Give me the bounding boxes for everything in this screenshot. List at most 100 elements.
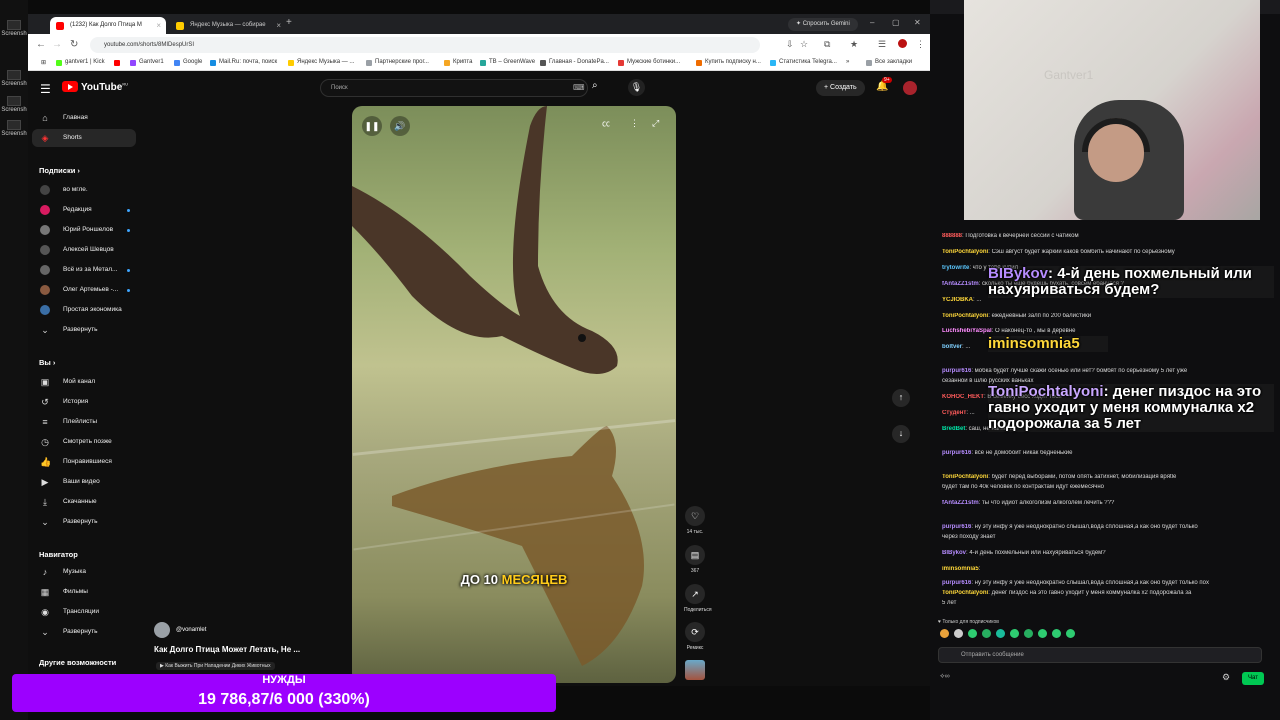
profile-avatar[interactable]: [898, 39, 907, 48]
bookmarks-icon[interactable]: ★: [850, 39, 858, 50]
more-options-icon[interactable]: ⋮: [630, 118, 639, 129]
close-tab-icon[interactable]: ×: [276, 21, 281, 30]
ask-gemini-button[interactable]: ✦ Спросить Gemini: [788, 18, 858, 31]
subscription-item[interactable]: Всё из за Метал...: [32, 261, 136, 279]
install-icon[interactable]: ⇩: [786, 39, 794, 50]
url-field[interactable]: youtube.com/shorts/8MIDespUrSI: [90, 37, 760, 53]
chat-message-input[interactable]: Отправить сообщение: [938, 647, 1262, 663]
remix-button[interactable]: ⟳ Ремикс: [684, 622, 706, 651]
minimize-icon[interactable]: –: [870, 18, 874, 27]
keyboard-icon[interactable]: ⌨: [573, 83, 585, 92]
previous-short-icon[interactable]: ↑: [892, 389, 910, 407]
bookmark-star-icon[interactable]: ☆: [800, 39, 808, 50]
bookmark-item[interactable]: Купить подписку н...: [696, 59, 761, 66]
microphone-icon[interactable]: 🎙: [628, 79, 645, 96]
search-input[interactable]: Поиск: [320, 79, 588, 97]
bookmark-item[interactable]: TB – GreenWave: [480, 59, 535, 66]
subscription-item[interactable]: Редакция: [32, 201, 136, 219]
sidebar-item-your-videos[interactable]: ▶ Ваши видео: [32, 473, 136, 491]
sidebar-item-downloads[interactable]: ⤓ Скачанные: [32, 493, 136, 511]
fullscreen-icon[interactable]: ⤢: [652, 118, 659, 129]
bookmark-item[interactable]: Мужские ботинки...: [618, 59, 680, 66]
expand-navigator[interactable]: ⌄ Развернуть: [32, 623, 136, 641]
emote-icon[interactable]: [996, 629, 1005, 638]
new-tab-button[interactable]: +: [286, 17, 292, 28]
hamburger-menu-icon[interactable]: ☰: [40, 82, 51, 96]
subscription-item[interactable]: Простая экономика: [32, 301, 136, 319]
emote-icon[interactable]: [1052, 629, 1061, 638]
captions-icon[interactable]: ㏄: [602, 118, 610, 129]
sidebar-item-music[interactable]: ♪ Музыка: [32, 563, 136, 581]
sidebar-item-watch-later[interactable]: ◷ Смотреть позже: [32, 433, 136, 451]
chat-settings-gear-icon[interactable]: ⚙: [1222, 672, 1230, 683]
pause-icon[interactable]: ❚❚: [362, 116, 382, 136]
sidebar-item-films[interactable]: ▦ Фильмы: [32, 583, 136, 601]
bookmark-item[interactable]: Партнерские прог...: [366, 59, 429, 66]
extension-icon[interactable]: ⧉: [824, 39, 830, 50]
channel-points-icon[interactable]: ⟡∞: [940, 673, 950, 681]
emote-icon[interactable]: [1010, 629, 1019, 638]
share-button[interactable]: ↗ Поделиться: [684, 584, 712, 613]
subscription-item[interactable]: Алексей Шевцов: [32, 241, 136, 259]
volume-icon[interactable]: 🔊: [390, 116, 410, 136]
bookmark-item[interactable]: Главная - DonatePa...: [540, 59, 609, 66]
subscription-item[interactable]: во мгле.: [32, 181, 136, 199]
sidebar-item-my-channel[interactable]: ▣ Мой канал: [32, 373, 136, 391]
emote-icon[interactable]: [1038, 629, 1047, 638]
emote-icon[interactable]: [1024, 629, 1033, 638]
menu-dots-icon[interactable]: ⋮: [916, 39, 925, 50]
tab-youtube[interactable]: (1232) Как Долго Птица М ×: [50, 17, 166, 34]
emote-icon[interactable]: [968, 629, 977, 638]
subscription-item[interactable]: Олег Артемьев -...: [32, 281, 136, 299]
expand-you[interactable]: ⌄ Развернуть: [32, 513, 136, 531]
you-heading[interactable]: Вы ›: [39, 358, 55, 367]
shorts-video-player[interactable]: ❚❚ 🔊 ㏄ ⋮ ⤢ ДО 10 МЕСЯЦЕВ: [352, 106, 676, 683]
sound-thumbnail[interactable]: [684, 660, 706, 680]
bookmark-item[interactable]: Статистика Telegra...: [770, 59, 837, 66]
sidebar-item-home[interactable]: ⌂ Главная: [32, 109, 136, 127]
emote-icon[interactable]: [1066, 629, 1075, 638]
next-short-icon[interactable]: ↓: [892, 425, 910, 443]
subscriptions-heading[interactable]: Подписки ›: [39, 166, 80, 175]
sidepanel-icon[interactable]: ☰: [878, 39, 886, 50]
subscription-item[interactable]: Юрий Роншелов: [32, 221, 136, 239]
expand-subscriptions[interactable]: ⌄ Развернуть: [32, 321, 136, 339]
desktop-shortcut[interactable]: Screensh: [0, 120, 28, 137]
like-button[interactable]: ♡ 14 тыс.: [684, 506, 706, 535]
create-button[interactable]: + Создать: [816, 80, 865, 96]
related-video-chip[interactable]: ▶ Как Выжить При Нападении Диких Животны…: [156, 662, 275, 670]
bookmarks-more[interactable]: »: [846, 59, 849, 65]
sidebar-item-live[interactable]: ◉ Трансляции: [32, 603, 136, 621]
apps-icon[interactable]: ⊞: [32, 59, 46, 66]
chat-send-button[interactable]: Чат: [1242, 672, 1264, 685]
all-bookmarks[interactable]: Все закладки: [866, 59, 912, 66]
sidebar-item-shorts[interactable]: ◈ Shorts: [32, 129, 136, 147]
bookmark-item[interactable]: Gantver1: [130, 59, 164, 66]
maximize-icon[interactable]: ▢: [892, 18, 900, 27]
sidebar-item-liked[interactable]: 👍 Понравившиеся: [32, 453, 136, 471]
account-avatar[interactable]: [903, 81, 917, 95]
comments-button[interactable]: ▤ 367: [684, 545, 706, 574]
sidebar-item-history[interactable]: ↺ История: [32, 393, 136, 411]
channel-avatar[interactable]: [154, 622, 170, 638]
video-title[interactable]: Как Долго Птица Может Летать, Не ...: [154, 645, 300, 654]
emote-icon[interactable]: [954, 629, 963, 638]
bookmark-item[interactable]: gantver1 | Kick: [56, 59, 105, 66]
forward-icon[interactable]: →: [52, 39, 62, 50]
close-window-icon[interactable]: ✕: [914, 18, 921, 27]
tab-yandex-music[interactable]: Яндекс Музыка — собирае ×: [170, 17, 286, 34]
reload-icon[interactable]: ↻: [70, 39, 78, 50]
search-icon[interactable]: ⌕: [592, 80, 598, 91]
back-icon[interactable]: ←: [36, 39, 46, 50]
channel-handle[interactable]: @vonamlet: [176, 627, 206, 633]
bookmark-item[interactable]: Криптa: [444, 59, 473, 66]
emote-icon[interactable]: [982, 629, 991, 638]
sidebar-item-playlists[interactable]: ≡ Плейлисты: [32, 413, 136, 431]
youtube-logo[interactable]: YouTubeRU: [62, 81, 128, 93]
bookmark-item[interactable]: Google: [174, 59, 202, 66]
emote-icon[interactable]: [940, 629, 949, 638]
desktop-shortcut[interactable]: Screensh: [0, 70, 28, 87]
bookmark-item[interactable]: Яндекс Музыка — ...: [288, 59, 354, 66]
bookmark-item[interactable]: Mail.Ru: почта, поиск: [210, 59, 277, 66]
close-tab-icon[interactable]: ×: [156, 21, 161, 30]
